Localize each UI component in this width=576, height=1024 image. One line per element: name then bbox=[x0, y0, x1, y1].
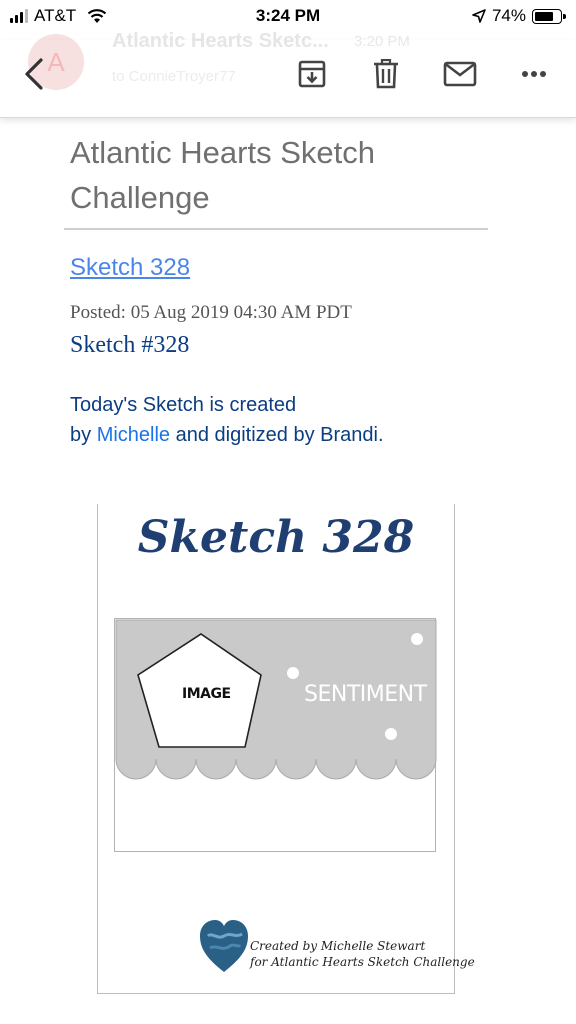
chevron-left-icon bbox=[25, 58, 43, 90]
battery-fill bbox=[535, 11, 553, 21]
sketch-credit: Created by Michelle Stewart for Atlantic… bbox=[198, 914, 475, 986]
panel-drawing bbox=[115, 619, 437, 780]
battery-icon bbox=[532, 8, 566, 24]
delete-button[interactable] bbox=[366, 54, 406, 94]
post-heading: Sketch #328 bbox=[70, 332, 190, 358]
mail-icon bbox=[443, 61, 477, 87]
battery-percent: 74% bbox=[491, 6, 526, 25]
author-link[interactable]: Michelle bbox=[97, 424, 170, 446]
archive-icon bbox=[298, 60, 326, 88]
back-button[interactable] bbox=[14, 52, 54, 96]
trash-icon bbox=[374, 59, 398, 89]
more-options-button[interactable] bbox=[512, 54, 556, 94]
archive-button[interactable] bbox=[292, 54, 332, 94]
intro-by: by bbox=[70, 424, 92, 446]
credit-text: Created by Michelle Stewart for Atlantic… bbox=[250, 938, 475, 970]
image-label: IMAGE bbox=[182, 686, 231, 702]
posted-date: Posted: 05 Aug 2019 04:30 AM PDT bbox=[70, 302, 352, 323]
sketch-title: Sketch 328 bbox=[137, 512, 415, 563]
intro-text-1: Today's Sketch is created bbox=[70, 394, 297, 416]
sketch-card bbox=[114, 618, 437, 852]
post-link[interactable]: Sketch 328 bbox=[70, 254, 190, 282]
title-divider bbox=[64, 228, 488, 230]
heart-logo-icon bbox=[200, 920, 248, 972]
mark-unread-button[interactable] bbox=[440, 54, 480, 94]
sketch-image[interactable]: Sketch 328 IMAGE SENTIMENT Created by Mi… bbox=[97, 504, 475, 994]
credit-line-2: for Atlantic Hearts Sketch Challenge bbox=[250, 955, 475, 969]
more-horizontal-icon bbox=[522, 71, 546, 77]
post-intro: Today's Sketch is created by Michelle an… bbox=[70, 390, 510, 450]
status-bar: AT&T 3:24 PM 74% bbox=[0, 0, 576, 32]
sentiment-label: SENTIMENT bbox=[304, 682, 427, 707]
intro-text-2: and digitized by Brandi. bbox=[175, 424, 384, 446]
blog-title: Atlantic Hearts Sketch Challenge bbox=[70, 135, 375, 215]
email-toolbar bbox=[0, 40, 576, 118]
location-arrow-icon bbox=[472, 9, 486, 23]
credit-line-1: Created by Michelle Stewart bbox=[250, 939, 426, 953]
status-right: 74% bbox=[472, 6, 566, 26]
